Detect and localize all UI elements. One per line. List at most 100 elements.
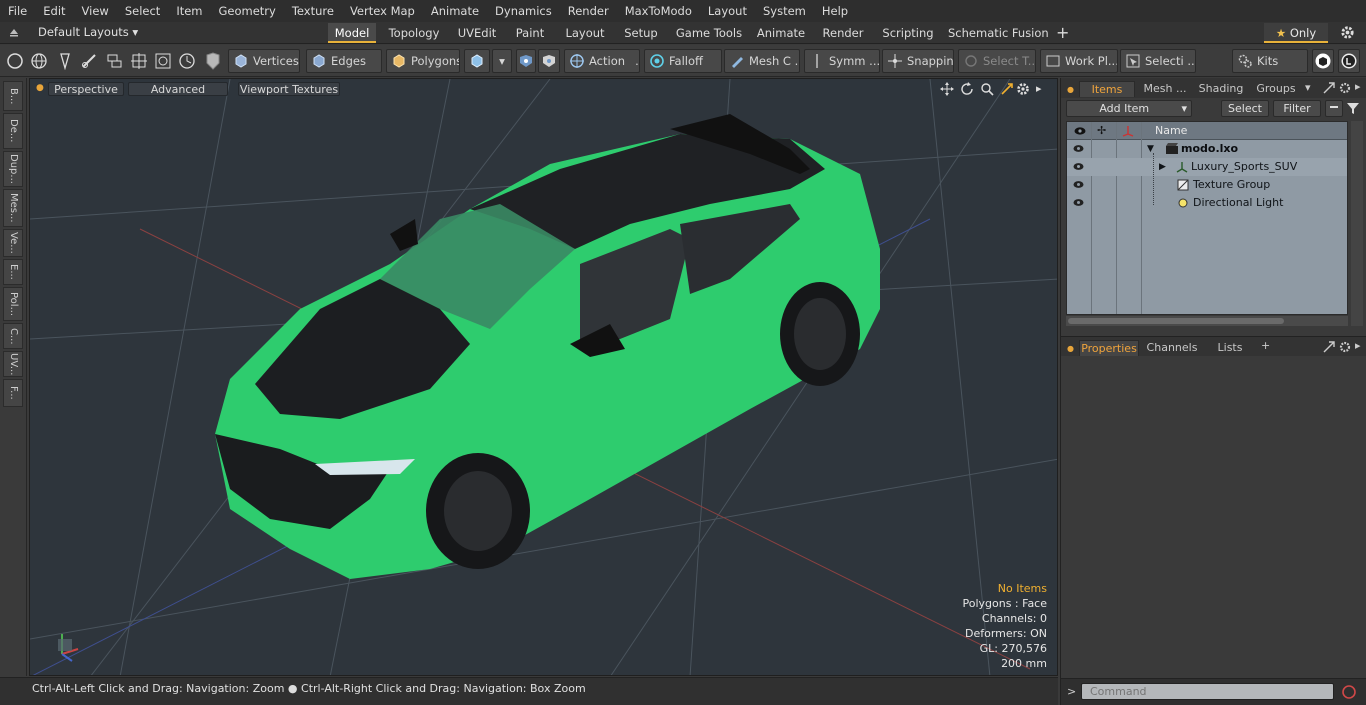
tab-render[interactable]: Render (818, 23, 868, 43)
mesh-constraint-button[interactable]: Mesh C ... (724, 49, 800, 73)
duplicate-icon[interactable] (106, 52, 124, 73)
clock-icon[interactable] (178, 52, 196, 73)
expand-icon[interactable] (1323, 82, 1335, 97)
tab-groups[interactable]: Groups (1251, 81, 1301, 97)
snapping-button[interactable]: Snapping (882, 49, 954, 73)
tab-mesh-edit[interactable]: Mes... (3, 189, 23, 227)
pen-icon[interactable] (56, 52, 74, 73)
falloff-button[interactable]: Falloff (644, 49, 722, 73)
menu-help[interactable]: Help (814, 0, 856, 22)
record-icon[interactable] (1341, 684, 1357, 703)
menu-system[interactable]: System (755, 0, 814, 22)
tab-topology[interactable]: Topology (382, 23, 446, 43)
eye-icon[interactable] (1073, 162, 1084, 171)
tab-shading[interactable]: Shading (1193, 81, 1249, 97)
pan-icon[interactable] (940, 82, 954, 99)
item-mode-button[interactable] (464, 49, 490, 73)
tab-game-tools[interactable]: Game Tools (674, 23, 744, 43)
tab-setup[interactable]: Setup (620, 23, 662, 43)
globe-icon[interactable] (30, 52, 48, 73)
tab-uvedit[interactable]: UVEdit (452, 23, 502, 43)
symmetry-button[interactable]: Symm ... (804, 49, 880, 73)
chevron-down-icon[interactable]: ▾ (1305, 81, 1311, 94)
eye-icon[interactable] (1073, 198, 1084, 207)
menu-item[interactable]: Item (168, 0, 210, 22)
tab-duplicate[interactable]: Dup... (3, 151, 23, 187)
scrollbar-thumb[interactable] (1068, 318, 1284, 324)
modo-cube-button[interactable] (1312, 49, 1334, 73)
tab-vertex[interactable]: Ve... (3, 229, 23, 257)
layout-selector[interactable]: Default Layouts ▾ (38, 25, 138, 39)
name-column-header[interactable]: Name (1155, 122, 1187, 140)
viewport-dot-icon[interactable]: ● (36, 83, 44, 93)
add-tab-icon[interactable]: + (1056, 23, 1069, 43)
menu-dynamics[interactable]: Dynamics (487, 0, 560, 22)
tab-channels[interactable]: Channels (1143, 340, 1201, 356)
lock-header-icon[interactable]: ✢ (1097, 124, 1106, 137)
tab-fusion[interactable]: F... (3, 379, 23, 407)
add-item-button[interactable]: Add Item ▾ (1066, 100, 1192, 117)
kits-button[interactable]: Kits (1232, 49, 1308, 73)
gear-icon[interactable] (1340, 25, 1355, 43)
snap-element-button[interactable] (516, 49, 536, 73)
zoom-icon[interactable] (980, 82, 994, 99)
viewport-textures-dropdown[interactable]: Viewport Textures (238, 82, 340, 96)
tab-model[interactable]: Model (328, 23, 376, 43)
chevron-right-icon[interactable]: ▸ (1355, 80, 1361, 93)
command-input[interactable] (1081, 683, 1334, 700)
tab-lists[interactable]: Lists (1205, 340, 1255, 356)
menu-view[interactable]: View (74, 0, 117, 22)
menu-geometry[interactable]: Geometry (211, 0, 284, 22)
chevron-right-icon[interactable]: ▸ (1036, 82, 1042, 95)
select-circle-icon[interactable] (6, 52, 24, 73)
brush-icon[interactable] (80, 52, 98, 73)
snap-center-button[interactable] (538, 49, 560, 73)
panel-dot-icon[interactable]: ● (1067, 344, 1074, 353)
tab-animate[interactable]: Animate (756, 23, 806, 43)
panel-gear-icon[interactable] (1339, 341, 1351, 356)
tree-row-light[interactable]: Directional Light (1067, 194, 1347, 212)
edges-button[interactable]: Edges (306, 49, 382, 73)
select-button[interactable]: Select (1221, 100, 1269, 117)
menu-animate[interactable]: Animate (423, 0, 487, 22)
mode-dropdown[interactable]: ▾ (492, 49, 512, 73)
tab-edge[interactable]: E... (3, 259, 23, 285)
3d-viewport[interactable]: ● Perspective Advanced Viewport Textures… (29, 78, 1058, 676)
eye-icon[interactable] (1073, 180, 1084, 189)
menu-file[interactable]: File (0, 0, 35, 22)
rotate-icon[interactable] (960, 82, 974, 99)
tab-mesh-ops[interactable]: Mesh ... (1137, 81, 1193, 97)
tab-items[interactable]: Items (1079, 81, 1135, 97)
tab-deform[interactable]: De... (3, 113, 23, 149)
panel-gear-icon[interactable] (1339, 82, 1351, 97)
visibility-header-icon[interactable] (1074, 126, 1086, 139)
unreal-button[interactable] (1338, 49, 1360, 73)
tab-paint[interactable]: Paint (510, 23, 550, 43)
tab-basic[interactable]: B... (3, 81, 23, 111)
menu-select[interactable]: Select (117, 0, 168, 22)
advanced-dropdown[interactable]: Advanced (128, 82, 228, 96)
maximize-icon[interactable] (1000, 82, 1014, 99)
work-plane-button[interactable]: Work Pl... (1040, 49, 1118, 73)
tree-row-scene[interactable]: ▼ modo.lxo (1067, 140, 1347, 158)
filter-button[interactable]: Filter (1273, 100, 1321, 117)
menu-render[interactable]: Render (560, 0, 617, 22)
tab-polygon[interactable]: Pol... (3, 287, 23, 321)
car-model[interactable] (215, 114, 880, 579)
action-center-button[interactable]: Action… (564, 49, 640, 73)
tab-scripting[interactable]: Scripting (880, 23, 936, 43)
add-tab-icon[interactable]: + (1261, 339, 1270, 352)
shield-icon[interactable] (203, 51, 223, 74)
expand-right-icon[interactable]: ▶ (1159, 158, 1166, 176)
tree-h-scrollbar[interactable] (1066, 316, 1348, 326)
polygons-button[interactable]: Polygons (386, 49, 460, 73)
only-toggle[interactable]: ★ Only (1264, 23, 1328, 43)
menu-layout[interactable]: Layout (700, 0, 755, 22)
menu-edit[interactable]: Edit (35, 0, 73, 22)
tree-row-texture-group[interactable]: Texture Group (1067, 176, 1347, 194)
selection-sets-button[interactable]: Selecti ... (1120, 49, 1196, 73)
eye-icon[interactable] (1073, 144, 1084, 153)
panel-dot-icon[interactable]: ● (1067, 85, 1074, 94)
viewport-gear-icon[interactable] (1016, 82, 1030, 99)
select-tool-button[interactable]: Select T... (958, 49, 1036, 73)
